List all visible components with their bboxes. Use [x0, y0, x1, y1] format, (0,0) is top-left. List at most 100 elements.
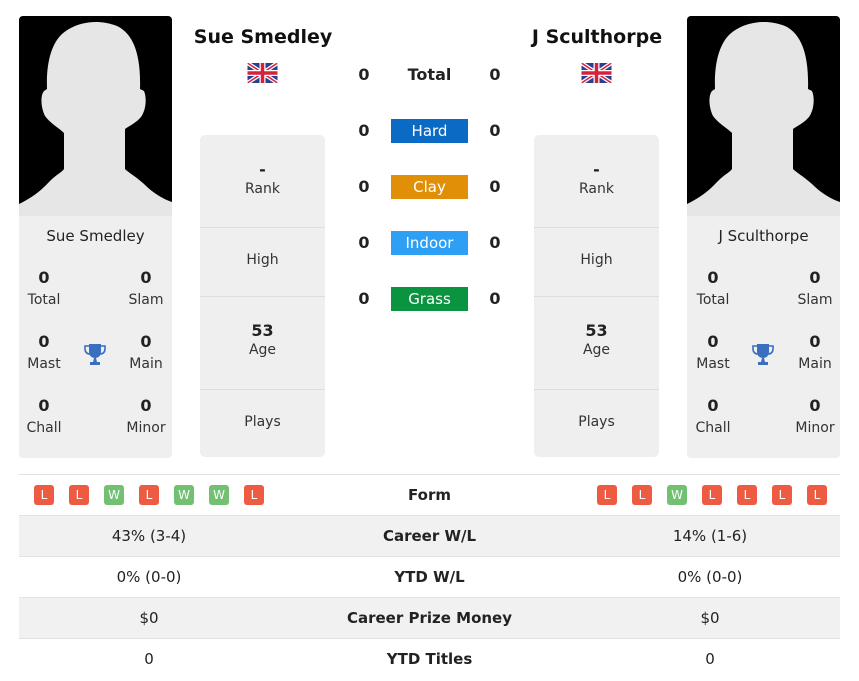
stat-label: Main	[129, 356, 163, 372]
ytd-titles-label: YTD Titles	[386, 650, 473, 668]
age-section: 53 Age	[534, 297, 659, 390]
age-section: 53 Age	[200, 297, 325, 390]
player1-form: LLWLWWL	[34, 485, 264, 505]
age-label: Age	[248, 342, 277, 358]
high-section: High	[200, 228, 325, 297]
player1-titles-chall: 0 Chall	[19, 396, 74, 436]
form-loss-badge[interactable]: L	[772, 485, 792, 505]
rank-value: -	[259, 160, 266, 179]
form-loss-badge[interactable]: L	[807, 485, 827, 505]
h2h-left-value: 0	[358, 233, 370, 252]
stat-label: Minor	[126, 420, 166, 436]
player2-photo[interactable]	[687, 16, 840, 216]
player2-name-link[interactable]: J Sculthorpe	[507, 26, 687, 48]
form-label: Form	[408, 486, 451, 504]
stat-label: Minor	[795, 420, 835, 436]
player2-titles-total: 0 Total	[687, 268, 743, 308]
stat-label: Mast	[696, 356, 730, 372]
rank-section: - Rank	[200, 135, 325, 228]
trophy-icon	[84, 344, 106, 365]
player1-ytd-titles: 0	[144, 650, 154, 668]
career-prize-label: Career Prize Money	[346, 609, 512, 627]
player1-info-card: - Rank High 53 Age Plays	[200, 135, 325, 457]
form-loss-badge[interactable]: L	[737, 485, 757, 505]
ytd-wl-row: 0% (0-0) YTD W/L 0% (0-0)	[19, 556, 840, 597]
form-loss-badge[interactable]: L	[69, 485, 89, 505]
form-loss-badge[interactable]: L	[632, 485, 652, 505]
stat-value: 0	[809, 332, 821, 351]
stat-label: Slam	[128, 292, 164, 308]
surface-grass-badge[interactable]: Grass	[391, 287, 468, 311]
high-section: High	[534, 228, 659, 297]
h2h-right-value: 0	[489, 233, 501, 252]
ytd-titles-row: 0 YTD Titles 0	[19, 638, 840, 679]
form-win-badge[interactable]: W	[104, 485, 124, 505]
player2-career-prize: $0	[700, 609, 720, 627]
stat-label: Total	[696, 292, 730, 308]
plays-section: Plays	[200, 390, 325, 457]
h2h-left-value: 0	[358, 177, 370, 196]
surface-total-label: Total	[407, 65, 452, 84]
player2-card: J Sculthorpe 0 Total 0 Slam 0 Mast 0 Main 0 C…	[687, 16, 840, 458]
stat-value: 0	[140, 268, 152, 287]
h2h-total-row: 0 Total 0	[340, 63, 520, 87]
stat-value: 0	[38, 396, 50, 415]
comparison-table: LLWLWWL Form LLWLLLL 43% (3-4) Career W/…	[19, 474, 840, 679]
age-label: Age	[582, 342, 611, 358]
rank-label: Rank	[579, 181, 614, 197]
player2-ytd-wl: 0% (0-0)	[677, 568, 743, 586]
player2-ytd-titles: 0	[705, 650, 715, 668]
stat-label: Total	[27, 292, 61, 308]
h2h-right-value: 0	[489, 121, 501, 140]
h2h-right-value: 0	[489, 289, 501, 308]
career-wl-label: Career W/L	[382, 527, 477, 545]
player2-form: LLWLLLL	[597, 485, 827, 505]
stat-label: Chall	[26, 420, 62, 436]
career-prize-row: $0 Career Prize Money $0	[19, 597, 840, 638]
uk-flag-icon	[247, 63, 278, 83]
plays-label: Plays	[578, 414, 615, 430]
h2h-indoor-row: 0 Indoor 0	[340, 231, 520, 255]
form-loss-badge[interactable]: L	[597, 485, 617, 505]
form-loss-badge[interactable]: L	[244, 485, 264, 505]
h2h-hard-row: 0 Hard 0	[340, 119, 520, 143]
ytd-wl-label: YTD W/L	[394, 568, 465, 586]
stat-value: 0	[809, 396, 821, 415]
player1-career-prize: $0	[139, 609, 159, 627]
h2h-clay-row: 0 Clay 0	[340, 175, 520, 199]
player1-name-link[interactable]: Sue Smedley	[173, 26, 353, 48]
form-loss-badge[interactable]: L	[139, 485, 159, 505]
form-loss-badge[interactable]: L	[34, 485, 54, 505]
player1-titles-main: 0 Main	[116, 332, 172, 372]
form-win-badge[interactable]: W	[209, 485, 229, 505]
form-win-badge[interactable]: W	[174, 485, 194, 505]
stat-label: Main	[798, 356, 832, 372]
player2-titles-main: 0 Main	[785, 332, 840, 372]
stat-value: 0	[809, 268, 821, 287]
player1-photo[interactable]	[19, 16, 172, 216]
player2-career-wl: 14% (1-6)	[672, 527, 748, 545]
stat-value: 0	[707, 332, 719, 351]
player1-titles-minor: 0 Minor	[116, 396, 172, 436]
surface-clay-badge[interactable]: Clay	[391, 175, 468, 199]
career-wl-row: 43% (3-4) Career W/L 14% (1-6)	[19, 515, 840, 556]
surface-hard-badge[interactable]: Hard	[391, 119, 468, 143]
player2-titles-chall: 0 Chall	[687, 396, 743, 436]
stat-label: Chall	[695, 420, 731, 436]
form-row: LLWLWWL Form LLWLLLL	[19, 474, 840, 515]
player2-titles-mast: 0 Mast	[687, 332, 743, 372]
stat-value: 0	[140, 396, 152, 415]
stat-label: Slam	[797, 292, 833, 308]
form-win-badge[interactable]: W	[667, 485, 687, 505]
uk-flag-icon	[581, 63, 612, 83]
rank-section: - Rank	[534, 135, 659, 228]
surface-indoor-badge[interactable]: Indoor	[391, 231, 468, 255]
high-label: High	[246, 252, 279, 268]
h2h-right-value: 0	[489, 177, 501, 196]
h2h-left-value: 0	[358, 289, 370, 308]
high-label: High	[580, 252, 613, 268]
h2h-left-value: 0	[358, 121, 370, 140]
form-loss-badge[interactable]: L	[702, 485, 722, 505]
h2h-grass-row: 0 Grass 0	[340, 287, 520, 311]
player1-career-wl: 43% (3-4)	[111, 527, 187, 545]
